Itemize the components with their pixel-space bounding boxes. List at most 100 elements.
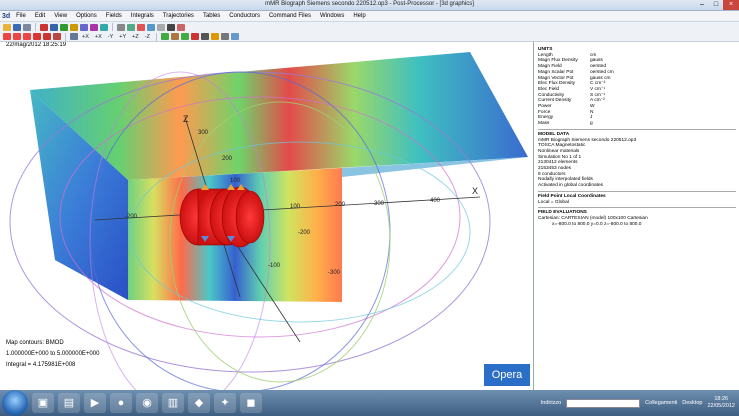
menu-file[interactable]: File bbox=[16, 13, 26, 19]
bulb-icon[interactable] bbox=[210, 33, 219, 40]
separator bbox=[155, 32, 157, 41]
toolbar-main bbox=[0, 22, 739, 32]
application-window: mMR Biograph Siemens secondo 220512.op3 … bbox=[0, 0, 739, 416]
explorer-icon[interactable]: ▣ bbox=[32, 393, 54, 413]
save-icon[interactable] bbox=[13, 23, 21, 31]
folder-icon[interactable]: ▤ bbox=[58, 393, 80, 413]
opera-logo: Opera bbox=[484, 364, 530, 386]
pan-icon[interactable] bbox=[137, 23, 145, 31]
clip-icon[interactable] bbox=[23, 33, 31, 40]
view-plus-x-button[interactable]: +X bbox=[82, 34, 89, 40]
tick-x-neg200: -200 bbox=[125, 214, 138, 220]
model-icon[interactable] bbox=[40, 23, 48, 31]
chrome-icon[interactable]: ◉ bbox=[136, 393, 158, 413]
tool-icon[interactable]: ✦ bbox=[214, 393, 236, 413]
window-title: mMR Biograph Siemens secondo 220512.op3 … bbox=[265, 1, 474, 7]
media-icon[interactable]: ▶ bbox=[84, 393, 106, 413]
desktop-label[interactable]: Desktop bbox=[682, 400, 702, 406]
open-icon[interactable] bbox=[3, 23, 11, 31]
tick-neg-100: -100 bbox=[268, 263, 281, 269]
maximize-icon[interactable]: □ bbox=[709, 0, 723, 10]
menu-tables[interactable]: Tables bbox=[203, 13, 220, 19]
title-bar: mMR Biograph Siemens secondo 220512.op3 … bbox=[0, 0, 739, 11]
clock-date: 22/05/2012 bbox=[707, 403, 735, 409]
rotate-icon[interactable] bbox=[117, 23, 125, 31]
address-input[interactable] bbox=[566, 398, 641, 408]
separator bbox=[112, 23, 113, 31]
zoom-icon[interactable] bbox=[127, 23, 135, 31]
start-button[interactable] bbox=[2, 390, 28, 416]
tick-neg-200: -200 bbox=[298, 230, 311, 236]
light-icon[interactable] bbox=[177, 23, 185, 31]
box-icon[interactable] bbox=[170, 33, 179, 40]
graph-icon[interactable] bbox=[100, 23, 108, 31]
tick-z-100: 100 bbox=[230, 178, 241, 184]
view-x-button[interactable]: +X bbox=[95, 34, 102, 40]
stop-icon[interactable] bbox=[190, 33, 199, 40]
units-list: Length cm Magn Flux Density gauss Magn Field… bbox=[538, 53, 736, 127]
menu-help[interactable]: Help bbox=[353, 13, 365, 19]
integral-value: Integral = 4.175981E+008 bbox=[6, 362, 76, 368]
menu-command-files[interactable]: Command Files bbox=[269, 13, 311, 19]
model-list: mMR Biograph Siemens secondo 220512.op3 T… bbox=[538, 138, 736, 189]
menu-conductors[interactable]: Conductors bbox=[229, 13, 260, 19]
clock[interactable]: 18:26 22/05/2012 bbox=[707, 396, 735, 410]
mesh-icon[interactable] bbox=[50, 23, 58, 31]
field-icon[interactable] bbox=[60, 23, 68, 31]
tick-z-200: 200 bbox=[222, 156, 233, 162]
lock-icon[interactable] bbox=[200, 33, 209, 40]
tick-z-300: 300 bbox=[198, 130, 209, 136]
axes-icon[interactable] bbox=[160, 33, 169, 40]
map-info: Map contours: BMOD 1.000000E+000 to 5.00… bbox=[6, 338, 99, 371]
hide-icon[interactable] bbox=[33, 33, 41, 40]
select-icon[interactable] bbox=[147, 23, 155, 31]
view-plus-z-button[interactable]: +Z bbox=[132, 34, 139, 40]
unit-name: Mass bbox=[538, 121, 550, 127]
view-minus-y-button[interactable]: -Y bbox=[108, 34, 114, 40]
opera-task-icon[interactable]: ◼ bbox=[240, 393, 262, 413]
trajectory-icon[interactable] bbox=[90, 23, 98, 31]
reflect-icon[interactable] bbox=[53, 33, 61, 40]
firefox-icon[interactable]: ● bbox=[110, 393, 132, 413]
show-icon[interactable] bbox=[43, 33, 51, 40]
separator bbox=[65, 32, 66, 41]
tick-x-300: 300 bbox=[374, 201, 385, 207]
camera-icon[interactable] bbox=[220, 33, 229, 40]
timestamp: 22/mag/2012 18:25:19 bbox=[6, 42, 67, 48]
minimize-icon[interactable]: – bbox=[695, 0, 709, 10]
menu-bar: 3d File Edit View Options Fields Integra… bbox=[0, 11, 739, 22]
menu-integrals[interactable]: Integrals bbox=[131, 13, 154, 19]
address-label: Indirizzo bbox=[540, 400, 562, 406]
reset-view-icon[interactable] bbox=[70, 33, 78, 40]
menu-view[interactable]: View bbox=[54, 13, 67, 19]
contour-icon[interactable] bbox=[70, 23, 78, 31]
clock-time: 18:26 bbox=[714, 396, 729, 402]
menu-trajectories[interactable]: Trajectories bbox=[163, 13, 194, 19]
refresh-icon[interactable] bbox=[157, 23, 165, 31]
cut-icon[interactable] bbox=[3, 33, 11, 40]
graphics-viewport[interactable]: X Z -200 100 200 300 400 300 200 100 -10… bbox=[0, 42, 534, 390]
cursor-icon[interactable] bbox=[230, 33, 239, 40]
map-contours-label: Map contours: BMOD bbox=[6, 340, 64, 346]
menu-options[interactable]: Options bbox=[76, 13, 97, 19]
menu-fields[interactable]: Fields bbox=[106, 13, 122, 19]
divider bbox=[538, 190, 736, 192]
check-icon[interactable] bbox=[180, 33, 189, 40]
view-plus-y-button[interactable]: +Y bbox=[119, 34, 126, 40]
section-icon[interactable] bbox=[13, 33, 21, 40]
links-label[interactable]: Collegamenti bbox=[645, 400, 677, 406]
app-icon[interactable]: ◆ bbox=[188, 393, 210, 413]
vector-icon[interactable] bbox=[80, 23, 88, 31]
menu-windows[interactable]: Windows bbox=[320, 13, 344, 19]
model-line: Activated in global coordinates bbox=[538, 183, 604, 189]
view-minus-z-button[interactable]: -Z bbox=[145, 34, 150, 40]
tick-x-200: 200 bbox=[335, 202, 346, 208]
app-logo: 3d bbox=[2, 12, 11, 20]
tick-neg-300: -300 bbox=[328, 270, 341, 276]
pdf-icon[interactable]: ▥ bbox=[162, 393, 184, 413]
print-icon[interactable] bbox=[23, 23, 31, 31]
field-point-value: Local = Global bbox=[538, 199, 569, 205]
close-icon[interactable]: × bbox=[723, 0, 739, 10]
color-icon[interactable] bbox=[167, 23, 175, 31]
menu-edit[interactable]: Edit bbox=[35, 13, 45, 19]
